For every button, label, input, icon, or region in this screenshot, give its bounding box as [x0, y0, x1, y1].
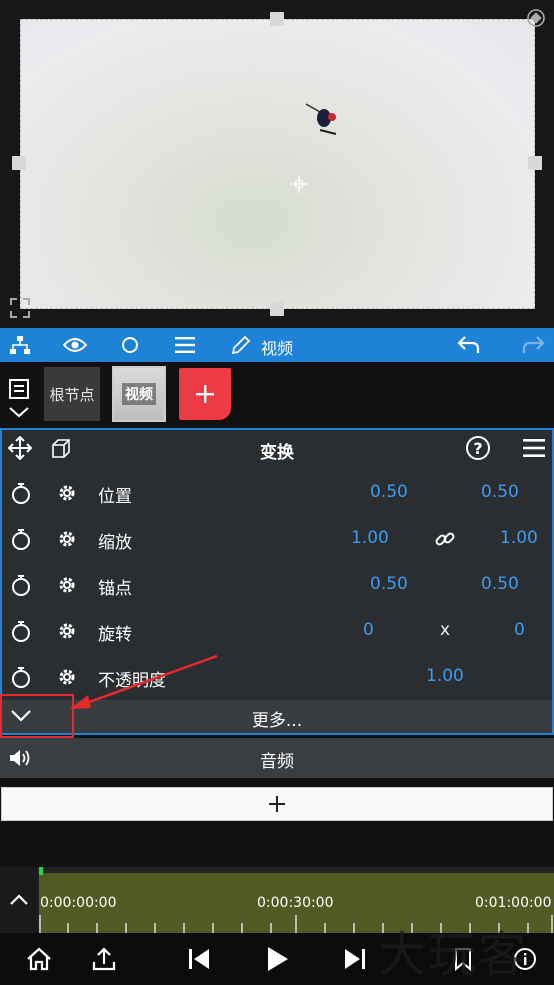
- panel-header: 变换 ?: [2, 430, 552, 466]
- svg-text:?: ?: [473, 439, 482, 458]
- annotation-arrow-icon: [70, 654, 218, 709]
- gear-icon[interactable]: [56, 574, 78, 596]
- param-label: 缩放: [98, 533, 132, 553]
- center-crosshair-icon[interactable]: [290, 175, 308, 193]
- param-value-y[interactable]: 0.50: [481, 482, 519, 502]
- playhead[interactable]: [39, 867, 43, 875]
- param-value-x[interactable]: 0.50: [370, 574, 408, 594]
- layer-name-label[interactable]: 视频: [261, 335, 293, 359]
- param-value-y[interactable]: 0: [514, 620, 525, 640]
- node-tree-icon[interactable]: [8, 333, 32, 357]
- param-value-y[interactable]: 0.50: [481, 574, 519, 594]
- node-list-toggle-icon[interactable]: [6, 376, 34, 422]
- param-value-x[interactable]: 0: [363, 620, 374, 640]
- gear-icon[interactable]: [56, 482, 78, 504]
- rotate-handle-icon[interactable]: [526, 8, 546, 28]
- plus-icon: [269, 796, 285, 812]
- gear-icon[interactable]: [56, 528, 78, 550]
- audio-panel-header[interactable]: 音频: [0, 738, 554, 778]
- param-row-position[interactable]: 位置 0.50 0.50: [2, 470, 552, 514]
- skip-back-icon: [189, 949, 209, 969]
- export-button[interactable]: [90, 945, 118, 973]
- keyframe-stopwatch-icon[interactable]: [10, 482, 32, 504]
- root-node-label: 根节点: [49, 385, 95, 404]
- param-row-scale[interactable]: 缩放 1.00 1.00: [2, 516, 552, 560]
- home-icon: [27, 947, 51, 971]
- upload-icon: [92, 947, 116, 971]
- gear-icon[interactable]: [56, 620, 78, 642]
- param-label: 锚点: [98, 579, 132, 599]
- keyframe-stopwatch-icon[interactable]: [10, 620, 32, 642]
- axis-separator: x: [440, 620, 451, 640]
- play-button[interactable]: [263, 945, 291, 973]
- handle-bottom[interactable]: [270, 302, 284, 316]
- panel-menu-icon[interactable]: [523, 438, 545, 458]
- param-row-anchor[interactable]: 锚点 0.50 0.50: [2, 562, 552, 606]
- handle-left[interactable]: [12, 156, 26, 170]
- param-value-y[interactable]: 1.00: [500, 528, 538, 548]
- skip-forward-icon: [345, 949, 365, 969]
- root-node-button[interactable]: 根节点: [44, 367, 100, 421]
- undo-icon[interactable]: [457, 333, 481, 357]
- video-node-button[interactable]: 视频: [112, 366, 166, 422]
- handle-top[interactable]: [270, 12, 284, 26]
- keyframe-stopwatch-icon[interactable]: [10, 574, 32, 596]
- param-label: 旋转: [98, 625, 132, 645]
- timecode-end: 0:01:00:00: [475, 895, 552, 911]
- menu-icon[interactable]: [173, 333, 197, 357]
- chevron-up-icon: [10, 894, 28, 905]
- video-node-label: 视频: [122, 383, 156, 405]
- skip-forward-button[interactable]: [341, 945, 369, 973]
- keyframe-stopwatch-icon[interactable]: [10, 528, 32, 550]
- circle-icon[interactable]: [118, 333, 142, 357]
- video-frame[interactable]: [20, 19, 535, 309]
- param-value-x[interactable]: 0.50: [370, 482, 408, 502]
- pencil-icon[interactable]: [229, 333, 253, 357]
- redo-icon[interactable]: [521, 333, 545, 357]
- play-icon: [268, 947, 288, 971]
- eye-icon[interactable]: [63, 333, 87, 357]
- param-label: 位置: [98, 487, 132, 507]
- param-value[interactable]: 1.00: [426, 666, 464, 686]
- keyframe-stopwatch-icon[interactable]: [10, 666, 32, 688]
- skier-figure: [306, 103, 337, 135]
- param-value-x[interactable]: 1.00: [351, 528, 389, 548]
- timecode-mid: 0:00:30:00: [257, 895, 334, 911]
- help-icon[interactable]: ?: [465, 435, 491, 461]
- skip-back-button[interactable]: [185, 945, 213, 973]
- add-node-button[interactable]: [179, 368, 231, 420]
- timecode-start: 0:00:00:00: [40, 895, 117, 911]
- watermark-text: 大玩客: [378, 927, 529, 983]
- timeline-collapse-button[interactable]: [0, 867, 38, 933]
- home-button[interactable]: [25, 945, 53, 973]
- link-icon[interactable]: [434, 528, 456, 550]
- param-row-rotation[interactable]: 旋转 0 x 0: [2, 608, 552, 652]
- edit-toolbar: 视频: [0, 328, 554, 362]
- video-preview[interactable]: [0, 0, 554, 328]
- add-layer-button[interactable]: [1, 787, 553, 821]
- plus-icon: [196, 385, 214, 403]
- audio-panel-title: 音频: [260, 752, 294, 772]
- handle-right[interactable]: [528, 156, 542, 170]
- fullscreen-icon[interactable]: [10, 298, 30, 318]
